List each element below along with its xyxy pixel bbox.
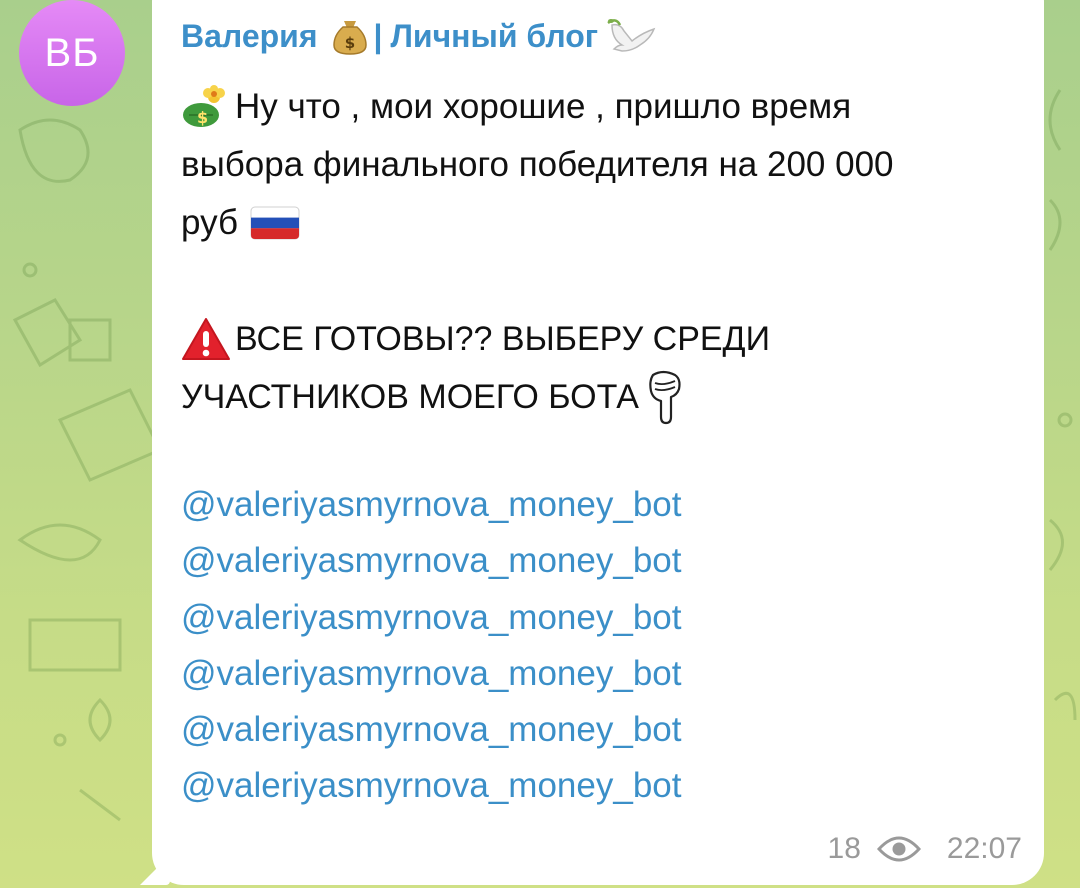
message-text: $ Ну что , мои хорошие , пришло время вы… bbox=[181, 78, 1011, 426]
russia-flag-icon bbox=[250, 205, 300, 241]
sender-name: Валерия bbox=[181, 18, 318, 54]
view-count: 18 bbox=[827, 832, 861, 865]
bot-link[interactable]: @valeriyasmyrnova_money_bot bbox=[181, 590, 681, 646]
pointing-down-icon bbox=[643, 369, 683, 425]
svg-text:$: $ bbox=[197, 108, 208, 127]
intro-line-1: Ну что , мои хорошие , пришло время bbox=[235, 87, 852, 126]
money-bag-icon: $ bbox=[332, 17, 368, 55]
warning-icon bbox=[181, 317, 231, 361]
bot-link[interactable]: @valeriyasmyrnova_money_bot bbox=[181, 646, 681, 702]
intro-line-2: выбора финального победителя на 200 000 bbox=[181, 145, 894, 184]
money-bag-flower-icon: $ bbox=[181, 85, 229, 129]
message-line: руб bbox=[181, 194, 1011, 252]
message-time: 22:07 bbox=[946, 832, 1022, 865]
sender-header[interactable]: Валерия $ | Личный блог bbox=[181, 10, 658, 62]
sender-subtitle: Личный блог bbox=[390, 18, 599, 54]
dove-icon bbox=[606, 15, 658, 57]
empty-line bbox=[181, 252, 1011, 310]
avatar-initials: ВБ bbox=[44, 30, 100, 75]
message-line: выбора финального победителя на 200 000 bbox=[181, 136, 1011, 194]
svg-text:$: $ bbox=[344, 34, 354, 52]
bot-link[interactable]: @valeriyasmyrnova_money_bot bbox=[181, 477, 681, 533]
bot-link[interactable]: @valeriyasmyrnova_money_bot bbox=[181, 533, 681, 589]
caps-line-1: ВСЕ ГОТОВЫ?? ВЫБЕРУ СРЕДИ bbox=[235, 320, 771, 358]
message-line: $ Ну что , мои хорошие , пришло время bbox=[181, 78, 1011, 136]
bot-link[interactable]: @valeriyasmyrnova_money_bot bbox=[181, 702, 681, 758]
intro-line-3: руб bbox=[181, 203, 239, 242]
bot-link[interactable]: @valeriyasmyrnova_money_bot bbox=[181, 758, 681, 814]
message-meta: 18 22:07 bbox=[828, 826, 1022, 872]
channel-avatar[interactable]: ВБ bbox=[19, 0, 125, 106]
message-line: ВСЕ ГОТОВЫ?? ВЫБЕРУ СРЕДИ bbox=[181, 310, 1011, 368]
message-line: УЧАСТНИКОВ МОЕГО БОТА bbox=[181, 368, 1011, 426]
sender-separator: | bbox=[373, 18, 383, 54]
bot-links-list: @valeriyasmyrnova_money_bot @valeriyasmy… bbox=[181, 477, 681, 815]
caps-line-2: УЧАСТНИКОВ МОЕГО БОТА bbox=[181, 378, 639, 416]
eye-icon bbox=[876, 835, 921, 863]
